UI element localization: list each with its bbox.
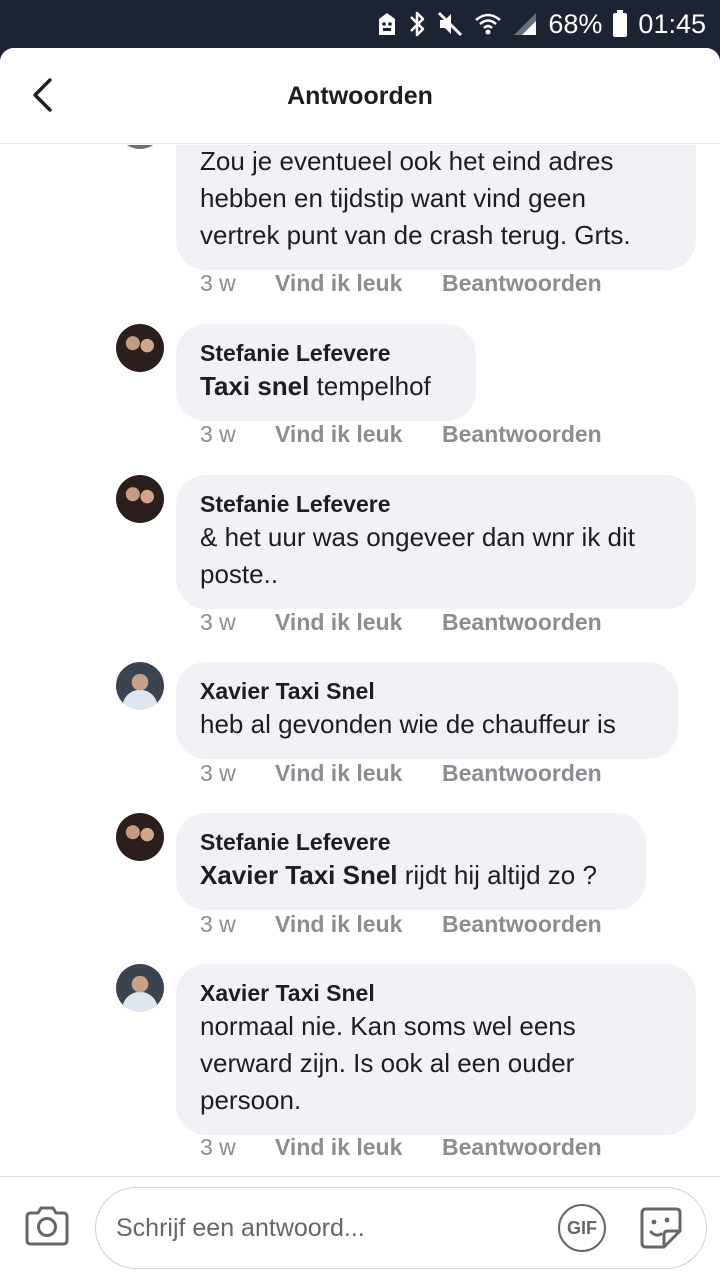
like-button[interactable]: Vind ik leuk [275, 1134, 442, 1161]
avatar[interactable] [116, 145, 164, 149]
avatar[interactable] [116, 964, 164, 1012]
comment-text: Zou je eventueel ook het eind adres hebb… [200, 146, 631, 250]
gif-label: GIF [567, 1217, 597, 1238]
status-icons: 68% 01:45 [376, 6, 706, 42]
comment-bubble: Zou je eventueel ook het eind adres hebb… [176, 145, 696, 270]
mention-link[interactable]: Taxi snel [200, 371, 309, 401]
avatar[interactable] [116, 475, 164, 523]
comment-bubble: Xavier Taxi Snel heb al gevonden wie de … [176, 662, 678, 759]
comment-time: 3 w [200, 420, 236, 447]
reply-button[interactable]: Beantwoorden [442, 270, 602, 297]
avatar[interactable] [116, 813, 164, 861]
gif-button[interactable]: GIF [558, 1204, 606, 1252]
comment-list[interactable]: Zou je eventueel ook het eind adres hebb… [0, 145, 720, 1175]
header: Antwoorden [0, 48, 720, 144]
like-button[interactable]: Vind ik leuk [275, 760, 442, 787]
like-button[interactable]: Vind ik leuk [275, 421, 442, 448]
mute-icon [436, 10, 464, 38]
mention-link[interactable]: Xavier Taxi Snel [200, 860, 398, 890]
like-button[interactable]: Vind ik leuk [275, 609, 442, 636]
avatar[interactable] [116, 324, 164, 372]
reply-button[interactable]: Beantwoorden [442, 760, 602, 787]
comment-time: 3 w [200, 759, 236, 786]
comment-text: normaal nie. Kan soms wel eens verward z… [200, 1011, 576, 1115]
camera-button[interactable] [22, 1203, 72, 1249]
reply-button[interactable]: Beantwoorden [442, 911, 602, 938]
reply-composer: GIF [0, 1176, 720, 1280]
comment-bubble: Stefanie Lefevere Taxi snel tempelhof [176, 324, 476, 421]
bluetooth-icon [408, 10, 426, 38]
sticker-icon [640, 1207, 682, 1249]
comment-actions: 3 w Vind ik leuk Beantwoorden [200, 268, 602, 298]
comment-bubble: Stefanie Lefevere Xavier Taxi Snel rijdt… [176, 813, 646, 910]
comment-actions: 3 w Vind ik leuk Beantwoorden [200, 607, 602, 637]
comment-text: rijdt hij altijd zo ? [397, 860, 597, 890]
comment-text: & het uur was ongeveer dan wnr ik dit po… [200, 522, 636, 589]
signal-icon [512, 11, 538, 37]
comment-actions: 3 w Vind ik leuk Beantwoorden [200, 1132, 602, 1162]
comment-actions: 3 w Vind ik leuk Beantwoorden [200, 909, 602, 939]
page-title: Antwoorden [287, 82, 433, 110]
comment-actions: 3 w Vind ik leuk Beantwoorden [200, 758, 602, 788]
reply-button[interactable]: Beantwoorden [442, 609, 602, 636]
comment-author[interactable]: Xavier Taxi Snel [200, 978, 672, 1008]
comment-time: 3 w [200, 269, 236, 296]
reply-input-wrapper[interactable]: GIF [95, 1187, 707, 1269]
comment-author[interactable]: Stefanie Lefevere [200, 489, 672, 519]
like-button[interactable]: Vind ik leuk [275, 270, 442, 297]
status-bar: 68% 01:45 [0, 0, 720, 48]
comment-bubble: Xavier Taxi Snel normaal nie. Kan soms w… [176, 964, 696, 1135]
battery-icon [612, 10, 628, 38]
reply-button[interactable]: Beantwoorden [442, 1134, 602, 1161]
sticker-button[interactable] [636, 1202, 686, 1254]
battery-percent: 68% [548, 8, 603, 39]
comment-author[interactable]: Xavier Taxi Snel [200, 676, 654, 706]
comment-time: 3 w [200, 910, 236, 937]
like-button[interactable]: Vind ik leuk [275, 911, 442, 938]
avatar[interactable] [116, 662, 164, 710]
camera-icon [25, 1206, 69, 1246]
reply-input[interactable] [116, 1206, 536, 1250]
comment-actions: 3 w Vind ik leuk Beantwoorden [200, 419, 602, 449]
comment-author[interactable]: Stefanie Lefevere [200, 827, 622, 857]
comment-author[interactable]: Stefanie Lefevere [200, 338, 452, 368]
wifi-icon [474, 11, 502, 37]
comment-text: tempelhof [309, 371, 431, 401]
replies-sheet: Antwoorden Zou je eventueel ook het eind… [0, 48, 720, 1280]
comment-time: 3 w [200, 608, 236, 635]
comment-bubble: Stefanie Lefevere & het uur was ongeveer… [176, 475, 696, 609]
reply-button[interactable]: Beantwoorden [442, 421, 602, 448]
comment-time: 3 w [200, 1133, 236, 1160]
clock: 01:45 [638, 8, 706, 39]
comment-text: heb al gevonden wie de chauffeur is [200, 709, 616, 739]
android-debug-icon [376, 11, 398, 37]
